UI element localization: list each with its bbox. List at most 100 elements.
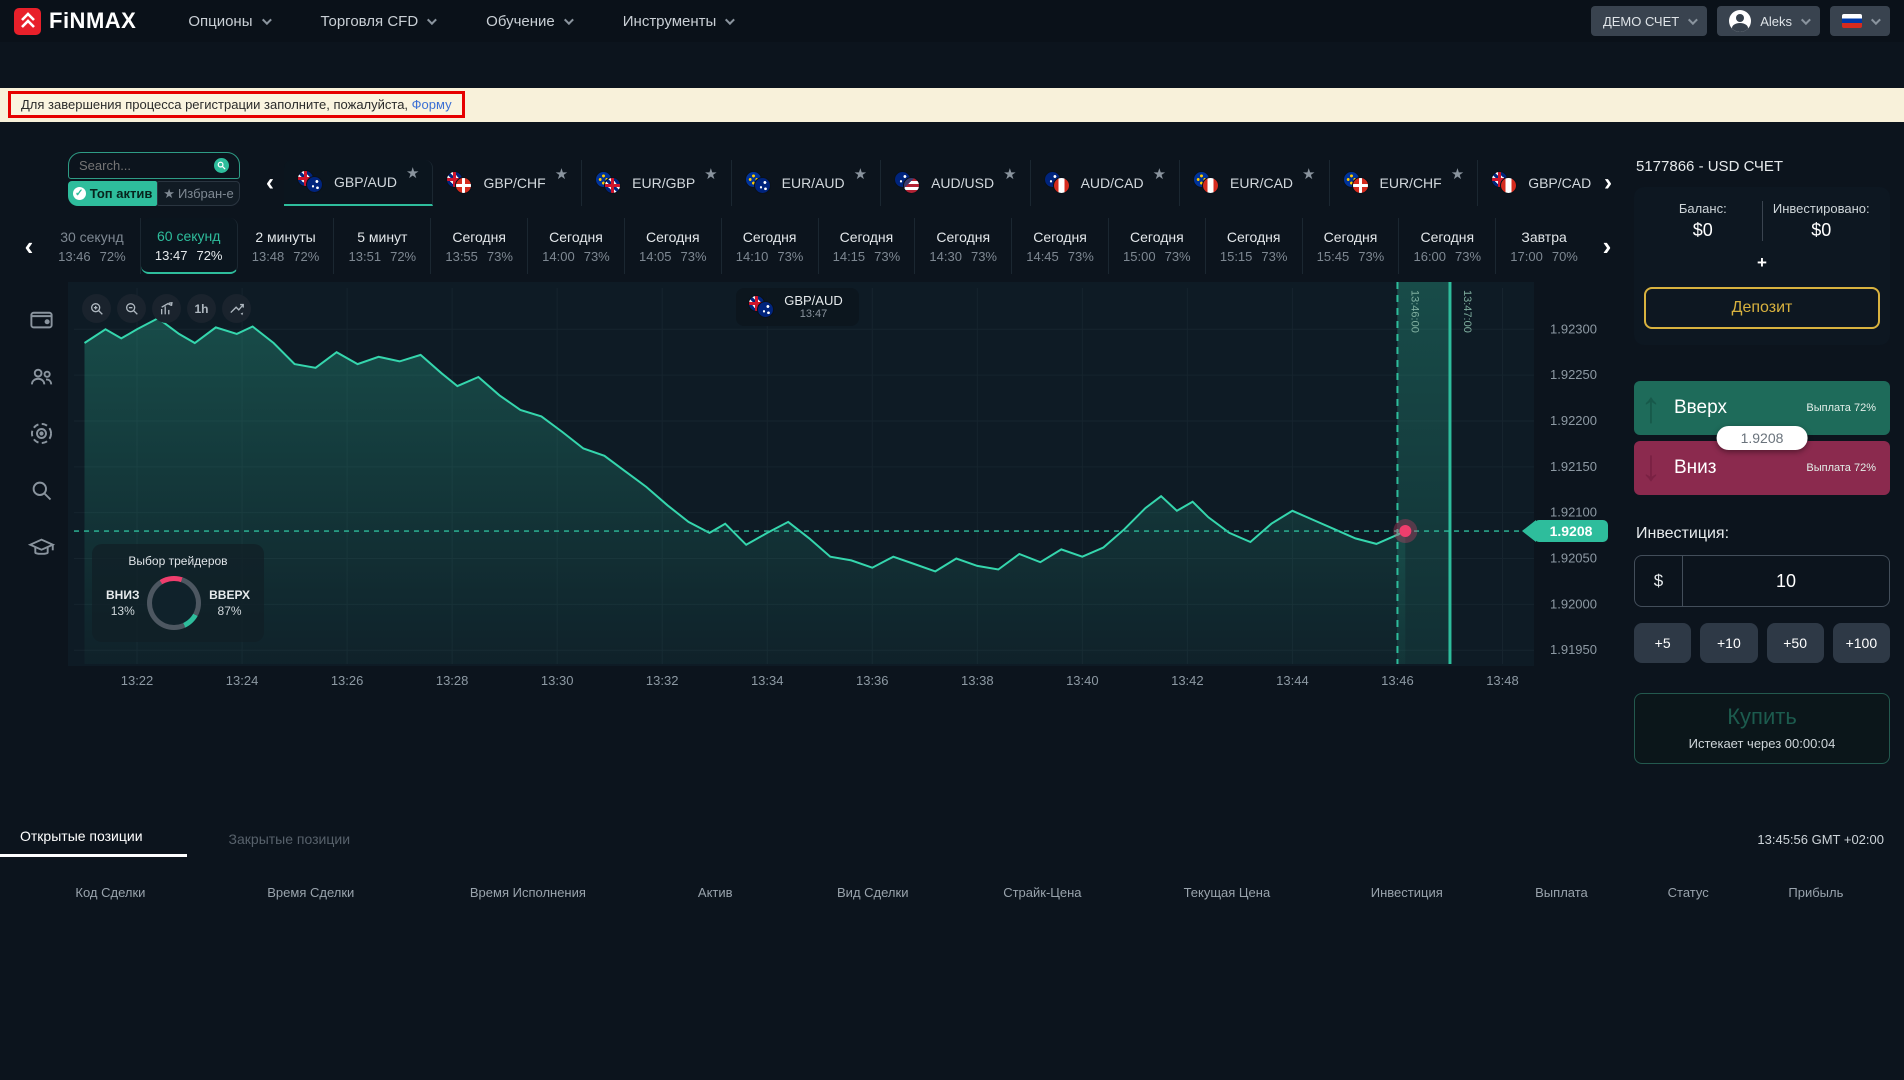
asset-tab-eurchf[interactable]: EUR/CHF★ <box>1330 160 1479 206</box>
main-content: ✓ Топ актив ★ Избран-е ‹ GBP/AUD★GBP/CHF… <box>0 122 1904 764</box>
expiry-name: 2 минуты <box>255 229 315 245</box>
education-icon[interactable] <box>28 534 55 561</box>
usd-flag-icon <box>903 177 920 194</box>
asset-tab-gbpcad[interactable]: GBP/CAD★ <box>1478 160 1594 206</box>
registration-banner-highlight: Для завершения процесса регистрации запо… <box>8 91 465 118</box>
favorite-star-icon[interactable]: ★ <box>406 164 419 182</box>
target-icon[interactable] <box>28 420 55 447</box>
nav-item-2[interactable]: Торговля CFD <box>321 13 435 30</box>
zoom-out-icon[interactable] <box>117 294 146 323</box>
expires-countdown: Истекает через 00:00:04 <box>1635 736 1889 751</box>
language-selector[interactable] <box>1830 6 1890 36</box>
chevron-down-icon <box>427 15 437 25</box>
invested-value: $0 <box>1811 220 1831 241</box>
chevron-down-icon <box>261 15 271 25</box>
search-icon[interactable] <box>28 477 55 504</box>
asset-tab-euraud[interactable]: EUR/AUD★ <box>732 160 881 206</box>
demo-account-button[interactable]: ДЕМО СЧЕТ <box>1591 6 1707 36</box>
expiry-scroll-right-icon[interactable]: › <box>1592 231 1622 262</box>
positions-tab-closed[interactable]: Закрытые позиции <box>229 831 350 857</box>
column-header: Инвестиция <box>1319 885 1494 900</box>
increment-10-button[interactable]: +10 <box>1700 623 1757 663</box>
traders-choice-widget: Выбор трейдеров ВНИЗ 13% ВВЕРХ 87% <box>92 544 264 642</box>
zoom-in-icon[interactable] <box>82 294 111 323</box>
asset-flags-icon <box>595 171 623 195</box>
expiry-payout: 73% <box>584 249 610 264</box>
expiry-tab-1400[interactable]: Сегодня14:0073% <box>528 218 625 274</box>
top-assets-chip[interactable]: ✓ Топ актив <box>68 181 157 206</box>
expiry-tab-1415[interactable]: Сегодня14:1573% <box>819 218 916 274</box>
traders-down-stat: ВНИЗ 13% <box>106 588 139 618</box>
amount-input[interactable] <box>1683 556 1889 606</box>
asset-flags-icon <box>894 171 922 195</box>
timeframe-1h-button[interactable]: 1h <box>187 294 216 323</box>
favorite-star-icon[interactable]: ★ <box>555 165 568 183</box>
expiry-tab-1515[interactable]: Сегодня15:1573% <box>1206 218 1303 274</box>
expiry-tab-1545[interactable]: Сегодня15:4573% <box>1303 218 1400 274</box>
trend-icon[interactable] <box>222 294 251 323</box>
increment-100-button[interactable]: +100 <box>1833 623 1890 663</box>
favorites-chip[interactable]: ★ Избран-е <box>157 181 240 206</box>
favorite-star-icon[interactable]: ★ <box>1153 165 1166 183</box>
svg-text:13:46: 13:46 <box>1381 673 1414 688</box>
chart-zone: 13:46:0013:47:001.92081.919501.920001.92… <box>14 282 1622 694</box>
expiry-tab-1346[interactable]: 30 секунд13:4672% <box>44 218 141 274</box>
buy-button[interactable]: Купить Истекает через 00:00:04 <box>1634 693 1890 764</box>
expiry-tab-1500[interactable]: Сегодня15:0073% <box>1109 218 1206 274</box>
svg-text:1.9208: 1.9208 <box>1550 523 1593 539</box>
favorite-star-icon[interactable]: ★ <box>704 165 717 183</box>
assets-scroll-left-icon[interactable]: ‹ <box>256 160 284 206</box>
expiry-tab-1347[interactable]: 60 секунд13:4772% <box>141 218 238 274</box>
expiry-payout: 73% <box>1455 249 1481 264</box>
users-icon[interactable] <box>28 363 55 390</box>
search-icon[interactable] <box>214 158 229 173</box>
expiry-time-payout: 13:5172% <box>349 249 417 264</box>
expiry-tab-1700[interactable]: Завтра17:0070% <box>1496 218 1592 274</box>
chart-canvas[interactable]: 13:46:0013:47:001.92081.919501.920001.92… <box>68 282 1622 694</box>
asset-tab-label: GBP/AUD <box>334 174 397 190</box>
favorite-star-icon[interactable]: ★ <box>1003 165 1016 183</box>
finmax-logo[interactable]: FiNMAX <box>14 8 136 35</box>
expiry-payout: 73% <box>1165 249 1191 264</box>
column-header: Страйк-Цена <box>950 885 1135 900</box>
registration-form-link[interactable]: Форму <box>412 97 452 112</box>
expiry-tab-1351[interactable]: 5 минут13:5172% <box>334 218 431 274</box>
chart-type-icon[interactable] <box>152 294 181 323</box>
expiry-tab-1348[interactable]: 2 минуты13:4872% <box>238 218 335 274</box>
assets-scroll-right-icon[interactable]: › <box>1594 160 1622 206</box>
search-input[interactable] <box>79 158 208 173</box>
expiry-tab-1600[interactable]: Сегодня16:0073% <box>1399 218 1496 274</box>
asset-tab-audcad[interactable]: AUD/CAD★ <box>1031 160 1180 206</box>
deposit-button[interactable]: Депозит <box>1644 287 1880 329</box>
positions-tab-open[interactable]: Открытые позиции <box>0 828 187 857</box>
asset-tab-audusd[interactable]: AUD/USD★ <box>881 160 1030 206</box>
price-chart[interactable]: 13:46:0013:47:001.92081.919501.920001.92… <box>68 282 1622 694</box>
asset-flags-icon <box>1044 171 1072 195</box>
expiry-tab-1405[interactable]: Сегодня14:0573% <box>625 218 722 274</box>
cad-flag-icon <box>1202 177 1219 194</box>
add-funds-icon[interactable]: + <box>1644 253 1880 273</box>
nav-item-1[interactable]: Опционы <box>188 13 268 30</box>
favorite-star-icon[interactable]: ★ <box>1302 165 1315 183</box>
expiry-time: 14:05 <box>639 249 672 264</box>
increment-5-button[interactable]: +5 <box>1634 623 1691 663</box>
asset-tab-eurcad[interactable]: EUR/CAD★ <box>1180 160 1329 206</box>
expiry-scroll-left-icon[interactable]: ‹ <box>14 231 44 262</box>
nav-item-3[interactable]: Обучение <box>486 13 571 30</box>
user-menu-button[interactable]: Aleks <box>1717 6 1820 36</box>
increment-50-button[interactable]: +50 <box>1767 623 1824 663</box>
expiry-time: 14:30 <box>929 249 962 264</box>
wallet-icon[interactable] <box>28 306 55 333</box>
expiry-tab-1410[interactable]: Сегодня14:1073% <box>722 218 819 274</box>
favorite-star-icon[interactable]: ★ <box>1451 165 1464 183</box>
expiry-name: Сегодня <box>1324 229 1378 245</box>
favorite-star-icon[interactable]: ★ <box>854 165 867 183</box>
expiry-name: 30 секунд <box>60 229 123 245</box>
asset-tab-gbpaud[interactable]: GBP/AUD ★ <box>284 160 433 206</box>
asset-tab-gbpchf[interactable]: GBP/CHF★ <box>433 160 582 206</box>
nav-item-4[interactable]: Инструменты <box>623 13 733 30</box>
expiry-tab-1445[interactable]: Сегодня14:4573% <box>1012 218 1109 274</box>
expiry-tab-1430[interactable]: Сегодня14:3073% <box>915 218 1012 274</box>
expiry-tab-1355[interactable]: Сегодня13:5573% <box>431 218 528 274</box>
asset-tab-eurgbp[interactable]: EUR/GBP★ <box>582 160 731 206</box>
